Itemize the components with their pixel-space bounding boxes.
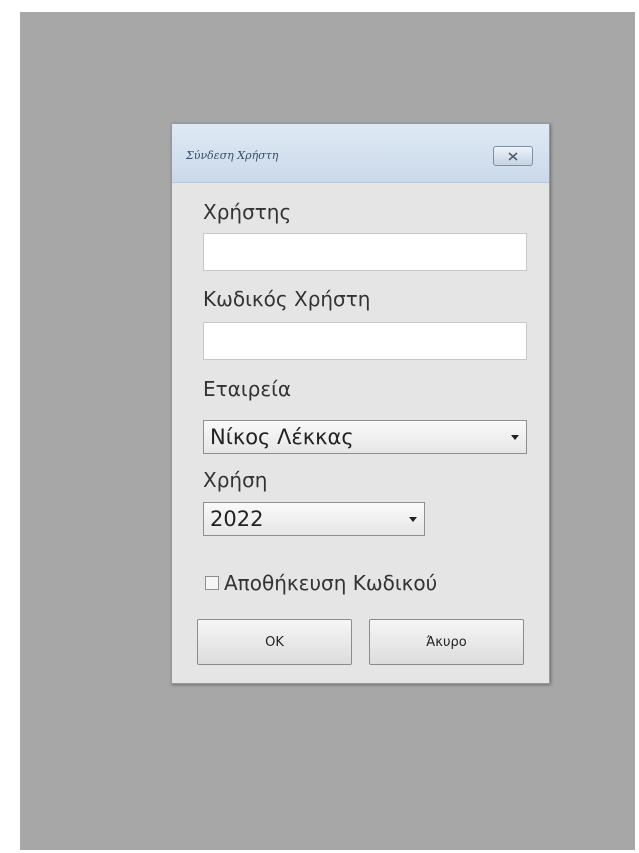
save-password-checkbox[interactable]: [205, 576, 219, 590]
password-label: Κωδικός Χρήστη: [203, 287, 371, 311]
dialog-title: Σύνδεση Χρήστη: [186, 149, 279, 162]
year-select[interactable]: 2022: [203, 502, 425, 536]
save-password-label: Αποθήκευση Κωδικού: [224, 571, 438, 595]
login-dialog: Σύνδεση Χρήστη Χρήστης Κωδικός Χρήστη Ετ…: [171, 123, 550, 684]
user-label: Χρήστης: [203, 200, 292, 224]
save-password-row[interactable]: Αποθήκευση Κωδικού: [205, 571, 437, 595]
close-button[interactable]: [493, 146, 533, 166]
company-select[interactable]: Νίκος Λέκκας: [203, 420, 527, 454]
user-input[interactable]: [203, 233, 527, 271]
company-label: Εταιρεία: [203, 377, 292, 401]
year-select-value: 2022: [210, 507, 264, 531]
year-label: Χρήση: [203, 468, 268, 492]
dropdown-arrow-icon: [511, 435, 519, 440]
ok-button[interactable]: OK: [197, 619, 352, 665]
close-icon: [508, 151, 518, 161]
dialog-titlebar: Σύνδεση Χρήστη: [172, 124, 549, 183]
dropdown-arrow-icon: [409, 517, 417, 522]
company-select-value: Νίκος Λέκκας: [210, 425, 354, 449]
cancel-button[interactable]: Άκυρο: [369, 619, 524, 665]
password-input[interactable]: [203, 322, 527, 360]
